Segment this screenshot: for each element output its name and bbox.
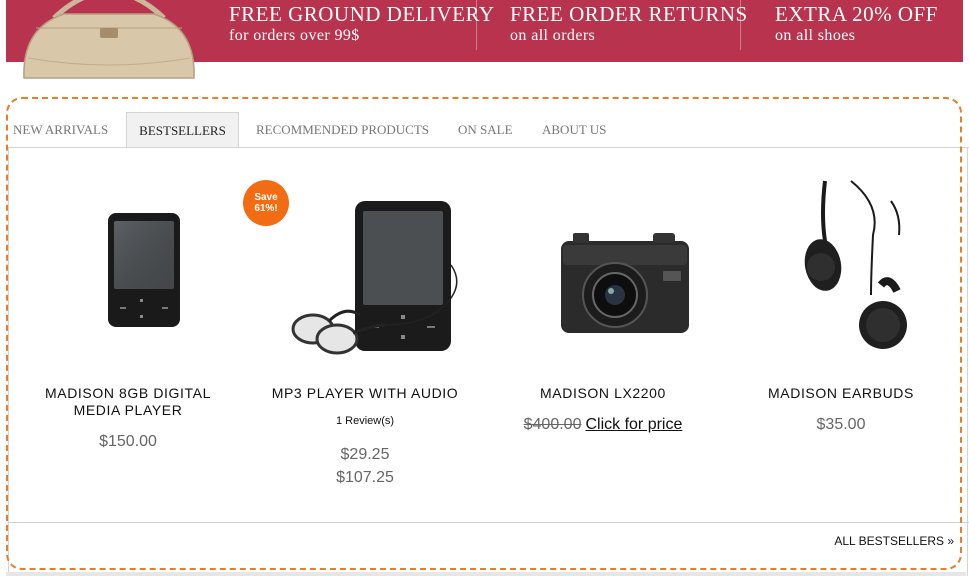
product-image-link[interactable]	[741, 175, 941, 365]
media-player-icon	[108, 213, 180, 327]
tab-recommended-products[interactable]: RECOMMENDED PRODUCTS	[256, 112, 429, 148]
save-badge-line2: 61%!	[254, 203, 278, 214]
product-name-link[interactable]: MADISON EARBUDS	[726, 385, 956, 402]
earbuds-icon	[804, 180, 907, 349]
product-price: $35.00	[816, 416, 866, 433]
product-card: MADISON LX2200 $400.00 Click for price	[488, 175, 718, 434]
product-card: MADISON 8GB DIGITAL MEDIA PLAYER $150.00	[13, 175, 243, 451]
promo-divider	[740, 0, 741, 50]
handbag-image	[23, 0, 195, 79]
product-tabs: NEW ARRIVALS BESTSELLERS RECOMMENDED PRO…	[0, 112, 969, 148]
panel-bottom-edge	[6, 572, 966, 576]
tab-new-arrivals[interactable]: NEW ARRIVALS	[13, 112, 108, 148]
panel-footer-divider	[8, 522, 969, 523]
promo-title: FREE ORDER RETURNS	[510, 2, 748, 26]
all-bestsellers-link[interactable]: ALL BESTSELLERS »	[834, 534, 954, 548]
tab-divider	[8, 147, 969, 148]
click-for-price-link[interactable]: Click for price	[585, 416, 682, 433]
save-badge: Save 61%!	[243, 180, 289, 226]
product-image-link[interactable]	[28, 175, 228, 365]
product-name-link[interactable]: MADISON LX2200	[488, 385, 718, 402]
price-row: $400.00 Click for price	[488, 416, 718, 434]
promo-subtitle: for orders over 99$	[229, 27, 360, 44]
product-price: $150.00	[99, 433, 157, 450]
old-price: $400.00	[523, 416, 582, 433]
price-to: $107.25	[336, 469, 394, 486]
product-card: Save 61%! MP3 PLAYER WITH AUDIO 1 Review…	[243, 175, 480, 489]
product-card: MADISON EARBUDS $35.00	[726, 175, 956, 434]
promo-divider	[476, 0, 477, 50]
price-from: $29.25	[340, 446, 390, 463]
tab-bestsellers[interactable]: BESTSELLERS	[126, 112, 239, 148]
promo-banner: FREE GROUND DELIVERY for orders over 99$…	[6, 0, 963, 79]
product-name-link[interactable]: MP3 PLAYER WITH AUDIO	[250, 385, 480, 402]
product-image-link[interactable]: Save 61%!	[243, 175, 465, 365]
promo-title: FREE GROUND DELIVERY	[229, 2, 495, 26]
tab-about-us[interactable]: ABOUT US	[542, 112, 606, 148]
mp3-player-with-earphones-icon	[291, 201, 458, 355]
product-image-link[interactable]	[503, 175, 703, 365]
panel-border	[967, 147, 968, 576]
panel-border	[8, 147, 9, 576]
product-name-link[interactable]: MADISON 8GB DIGITAL MEDIA PLAYER	[13, 385, 243, 419]
camera-icon	[561, 233, 689, 333]
promo-subtitle: on all shoes	[775, 27, 856, 44]
promo-subtitle: on all orders	[510, 27, 596, 44]
save-badge-line1: Save	[254, 192, 278, 203]
promo-title: EXTRA 20% OFF	[775, 2, 938, 26]
reviews-link[interactable]: 1 Review(s)	[250, 415, 480, 427]
tab-on-sale[interactable]: ON SALE	[458, 112, 513, 148]
